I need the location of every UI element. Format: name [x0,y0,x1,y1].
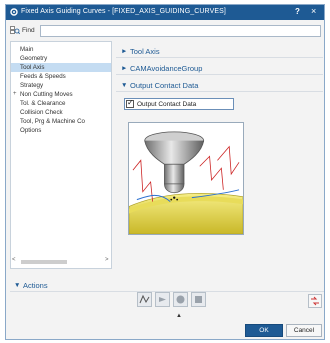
help-button[interactable]: ? [295,7,300,16]
tree-item-label: Main [20,46,34,53]
section-label: Output Contact Data [130,81,199,90]
tree-item-label: Feeds & Speeds [20,73,66,80]
check-icon: ✓ [127,98,134,107]
list-icon[interactable] [173,292,188,307]
tree-item-tool-axis[interactable]: Tool Axis [11,63,111,72]
find-icon [10,26,20,35]
tree-item-collision-check[interactable]: Collision Check [11,108,111,117]
checkbox-box[interactable]: ✓ [126,98,134,108]
tree-item-main[interactable]: Main [11,45,111,54]
chevron-down-icon: ▼ [121,82,128,89]
tree-item-label: Tool Axis [20,64,45,71]
output-contact-data-checkbox[interactable]: ✓ Output Contact Data [124,98,234,110]
find-input[interactable] [40,25,321,37]
chevron-down-icon: ▼ [14,282,21,289]
tree-item-label: Tol. & Clearance [20,100,66,107]
chevron-right-icon: ► [121,48,128,55]
scrollbar-thumb[interactable] [21,260,67,264]
replay-icon[interactable] [155,292,170,307]
dialog-window: Fixed Axis Guiding Curves - [FIXED_AXIS_… [5,4,325,340]
dialog-footer: OK Cancel [6,322,324,339]
contact-data-illustration [128,122,244,235]
scroll-right-icon[interactable]: > [105,257,109,263]
verify-icon[interactable] [191,292,206,307]
generate-icon[interactable] [137,292,152,307]
window-title: Fixed Axis Guiding Curves - [FIXED_AXIS_… [21,8,226,15]
tree-item-label: Strategy [20,82,44,89]
actions-section[interactable]: ▼ Actions [10,280,324,292]
cancel-button[interactable]: Cancel [286,324,322,337]
section-output-contact-data[interactable]: ▼ Output Contact Data [116,79,323,92]
section-cam-avoidance-group[interactable]: ► CAMAvoidanceGroup [116,62,323,75]
section-label: Tool Axis [130,47,160,56]
gear-icon [10,8,18,16]
find-bar: Find [10,24,322,38]
navigation-tree: Main Geometry Tool Axis Feeds & Speeds S… [10,41,112,269]
tree-item-label: Options [20,127,42,134]
section-label: CAMAvoidanceGroup [130,64,203,73]
tree-item-label: Non Cutting Moves [20,91,73,98]
tree-item-label: Tool, Prg & Machine Co [20,118,85,125]
find-label: Find [22,27,35,34]
swap-icon [311,296,319,306]
tree-item-strategy[interactable]: Strategy [11,81,111,90]
horizontal-scrollbar[interactable]: < > [12,257,110,267]
generate-button[interactable] [308,294,322,308]
tree-item-label: Geometry [20,55,48,62]
expand-icon[interactable]: ▲ [176,313,182,319]
tree-item-options[interactable]: Options [11,126,111,135]
ok-button[interactable]: OK [245,324,283,337]
actions-label: Actions [23,281,48,290]
scroll-left-icon[interactable]: < [12,257,16,263]
settings-panel: ► Tool Axis ► CAMAvoidanceGroup ▼ Output… [116,41,324,269]
title-bar[interactable]: Fixed Axis Guiding Curves - [FIXED_AXIS_… [6,5,324,20]
tree-item-tool-prg-machine[interactable]: Tool, Prg & Machine Co [11,117,111,126]
tree-item-geometry[interactable]: Geometry [11,54,111,63]
close-button[interactable]: × [311,6,316,16]
expand-icon[interactable]: + [13,90,17,99]
tree-item-label: Collision Check [20,109,63,116]
checkbox-label: Output Contact Data [137,101,197,108]
section-tool-axis[interactable]: ► Tool Axis [116,45,323,58]
chevron-right-icon: ► [121,65,128,72]
tree-item-non-cutting-moves[interactable]: + Non Cutting Moves [11,90,111,99]
tree-item-feeds-speeds[interactable]: Feeds & Speeds [11,72,111,81]
action-toolbar [137,292,217,310]
tree-item-tol-clearance[interactable]: Tol. & Clearance [11,99,111,108]
